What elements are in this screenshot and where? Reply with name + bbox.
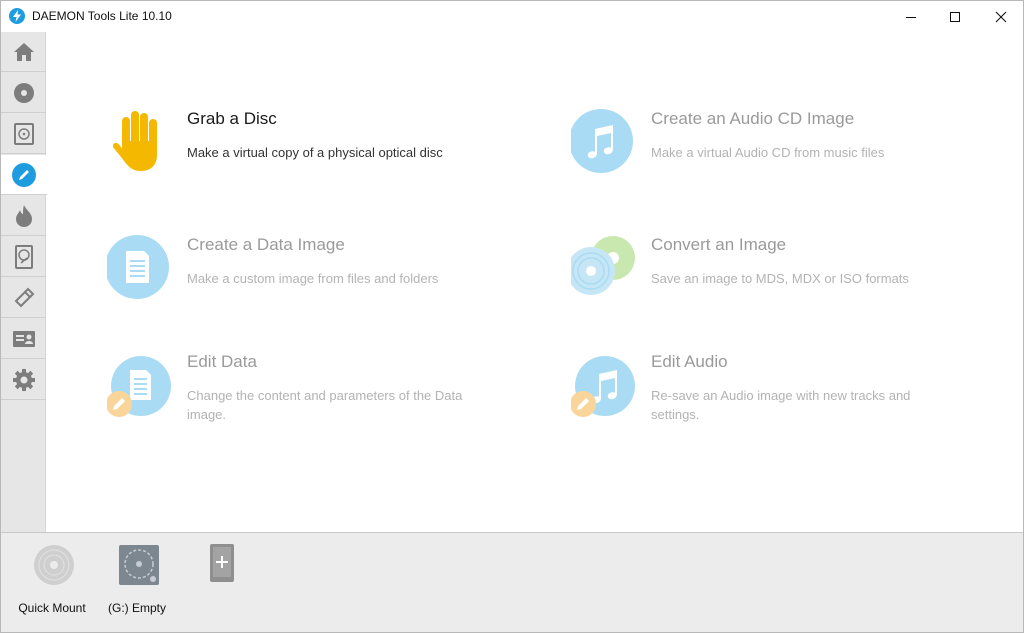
task-grab-disc[interactable]: Grab a Disc Make a virtual copy of a phy… (107, 105, 547, 195)
add-drive-icon (210, 544, 234, 582)
task-description: Make a custom image from files and folde… (187, 271, 439, 286)
sidebar-item-burn[interactable] (1, 196, 46, 236)
task-create-audio-cd[interactable]: Create an Audio CD Image Make a virtual … (571, 105, 1011, 195)
sidebar-item-settings[interactable] (1, 360, 46, 400)
image-catalog-icon (13, 122, 34, 145)
add-drive-button[interactable] (175, 543, 265, 623)
virtual-hdd-icon (14, 244, 33, 269)
title-bar: DAEMON Tools Lite 10.10 (1, 1, 1023, 32)
quick-mount-disc-icon (34, 545, 74, 585)
edit-document-icon (107, 356, 171, 417)
task-title: Edit Data (187, 352, 257, 371)
home-icon (13, 42, 34, 61)
flame-icon (15, 204, 32, 227)
task-description: Make a virtual copy of a physical optica… (187, 145, 443, 160)
task-title: Create an Audio CD Image (651, 109, 855, 128)
sidebar-item-contacts[interactable] (1, 319, 46, 359)
device-label: (G:) Empty (107, 601, 166, 615)
quick-mount-device[interactable]: Quick Mount (7, 543, 97, 623)
document-icon (107, 235, 169, 299)
close-button[interactable] (978, 1, 1024, 32)
task-description: Make a virtual Audio CD from music files (651, 145, 885, 160)
sidebar-item-editor[interactable] (1, 155, 47, 195)
task-description: Change the content and parameters of the… (187, 388, 463, 422)
daemon-logo-icon (9, 8, 25, 24)
task-edit-data[interactable]: Edit Data Change the content and paramet… (107, 348, 547, 438)
task-title: Create a Data Image (187, 235, 345, 254)
close-icon (995, 11, 1007, 22)
sidebar-item-home[interactable] (1, 32, 46, 72)
virtual-drive-g[interactable]: (G:) Empty (92, 543, 182, 623)
pencil-icon (12, 162, 36, 187)
gear-icon (12, 368, 35, 391)
task-title: Convert an Image (651, 235, 787, 254)
sidebar-item-virtual-hdd[interactable] (1, 237, 46, 277)
task-title: Grab a Disc (187, 109, 277, 128)
sidebar-item-images[interactable] (1, 114, 46, 154)
maximize-button[interactable] (932, 1, 978, 32)
minimize-icon (906, 16, 916, 18)
task-convert-image[interactable]: Convert an Image Save an image to MDS, M… (571, 231, 1011, 321)
sidebar-item-usb[interactable] (1, 278, 46, 318)
task-edit-audio[interactable]: Edit Audio Re-save an Audio image with n… (571, 348, 1011, 438)
device-label: Quick Mount (18, 601, 86, 615)
main-panel: Grab a Disc Make a virtual copy of a phy… (47, 32, 1023, 532)
maximize-icon (950, 11, 960, 22)
sidebar-item-disc[interactable] (1, 73, 46, 113)
virtual-drive-icon (119, 545, 159, 585)
hand-icon (113, 111, 157, 171)
task-title: Edit Audio (651, 352, 728, 371)
window-title: DAEMON Tools Lite 10.10 (32, 9, 172, 23)
task-create-data-image[interactable]: Create a Data Image Make a custom image … (107, 231, 547, 321)
disc-icon (13, 82, 34, 103)
app-window: DAEMON Tools Lite 10.10 Grab a Disc Make… (0, 0, 1024, 633)
convert-disc-icon (571, 236, 635, 295)
task-description: Save an image to MDS, MDX or ISO formats (651, 271, 909, 286)
device-bar: Quick Mount (G:) Empty (1, 532, 1023, 632)
minimize-button[interactable] (888, 1, 934, 32)
task-description: Re-save an Audio image with new tracks a… (651, 388, 911, 422)
edit-music-icon (571, 356, 635, 417)
music-note-icon (571, 109, 633, 173)
contact-card-icon (12, 330, 35, 347)
sidebar (1, 32, 47, 532)
usb-icon (14, 287, 34, 307)
